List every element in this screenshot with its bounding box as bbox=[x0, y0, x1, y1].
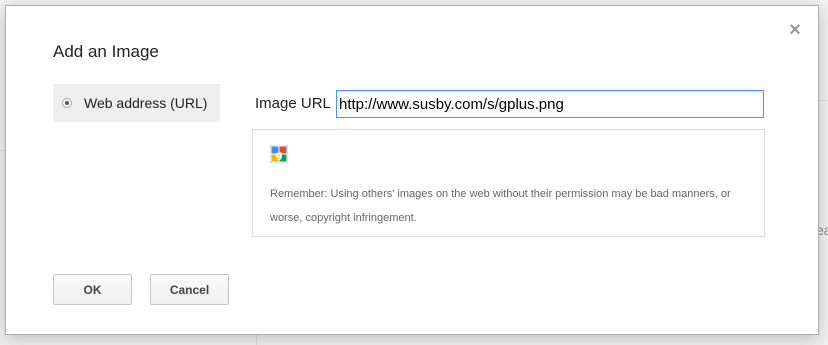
add-image-dialog: Add an Image × Web address (URL) Image U… bbox=[5, 5, 819, 335]
image-preview-box: g Remember: Using others' images on the … bbox=[252, 129, 765, 237]
source-tab-label: Web address (URL) bbox=[84, 95, 208, 111]
ok-button[interactable]: OK bbox=[53, 274, 132, 305]
image-url-label: Image URL bbox=[255, 95, 331, 112]
backdrop-divider bbox=[256, 335, 257, 345]
svg-text:g: g bbox=[275, 150, 282, 161]
radio-button[interactable] bbox=[62, 98, 72, 108]
radio-selected-dot bbox=[65, 101, 69, 105]
backdrop-divider bbox=[819, 100, 828, 101]
close-icon[interactable]: × bbox=[785, 20, 805, 40]
dialog-title: Add an Image bbox=[53, 42, 159, 61]
copyright-reminder-text: Remember: Using others' images on the we… bbox=[270, 188, 731, 224]
source-tab-web-address[interactable]: Web address (URL) bbox=[53, 84, 220, 122]
image-url-input[interactable] bbox=[336, 90, 764, 118]
cancel-button[interactable]: Cancel bbox=[150, 274, 229, 305]
google-plus-icon: g bbox=[270, 145, 288, 163]
